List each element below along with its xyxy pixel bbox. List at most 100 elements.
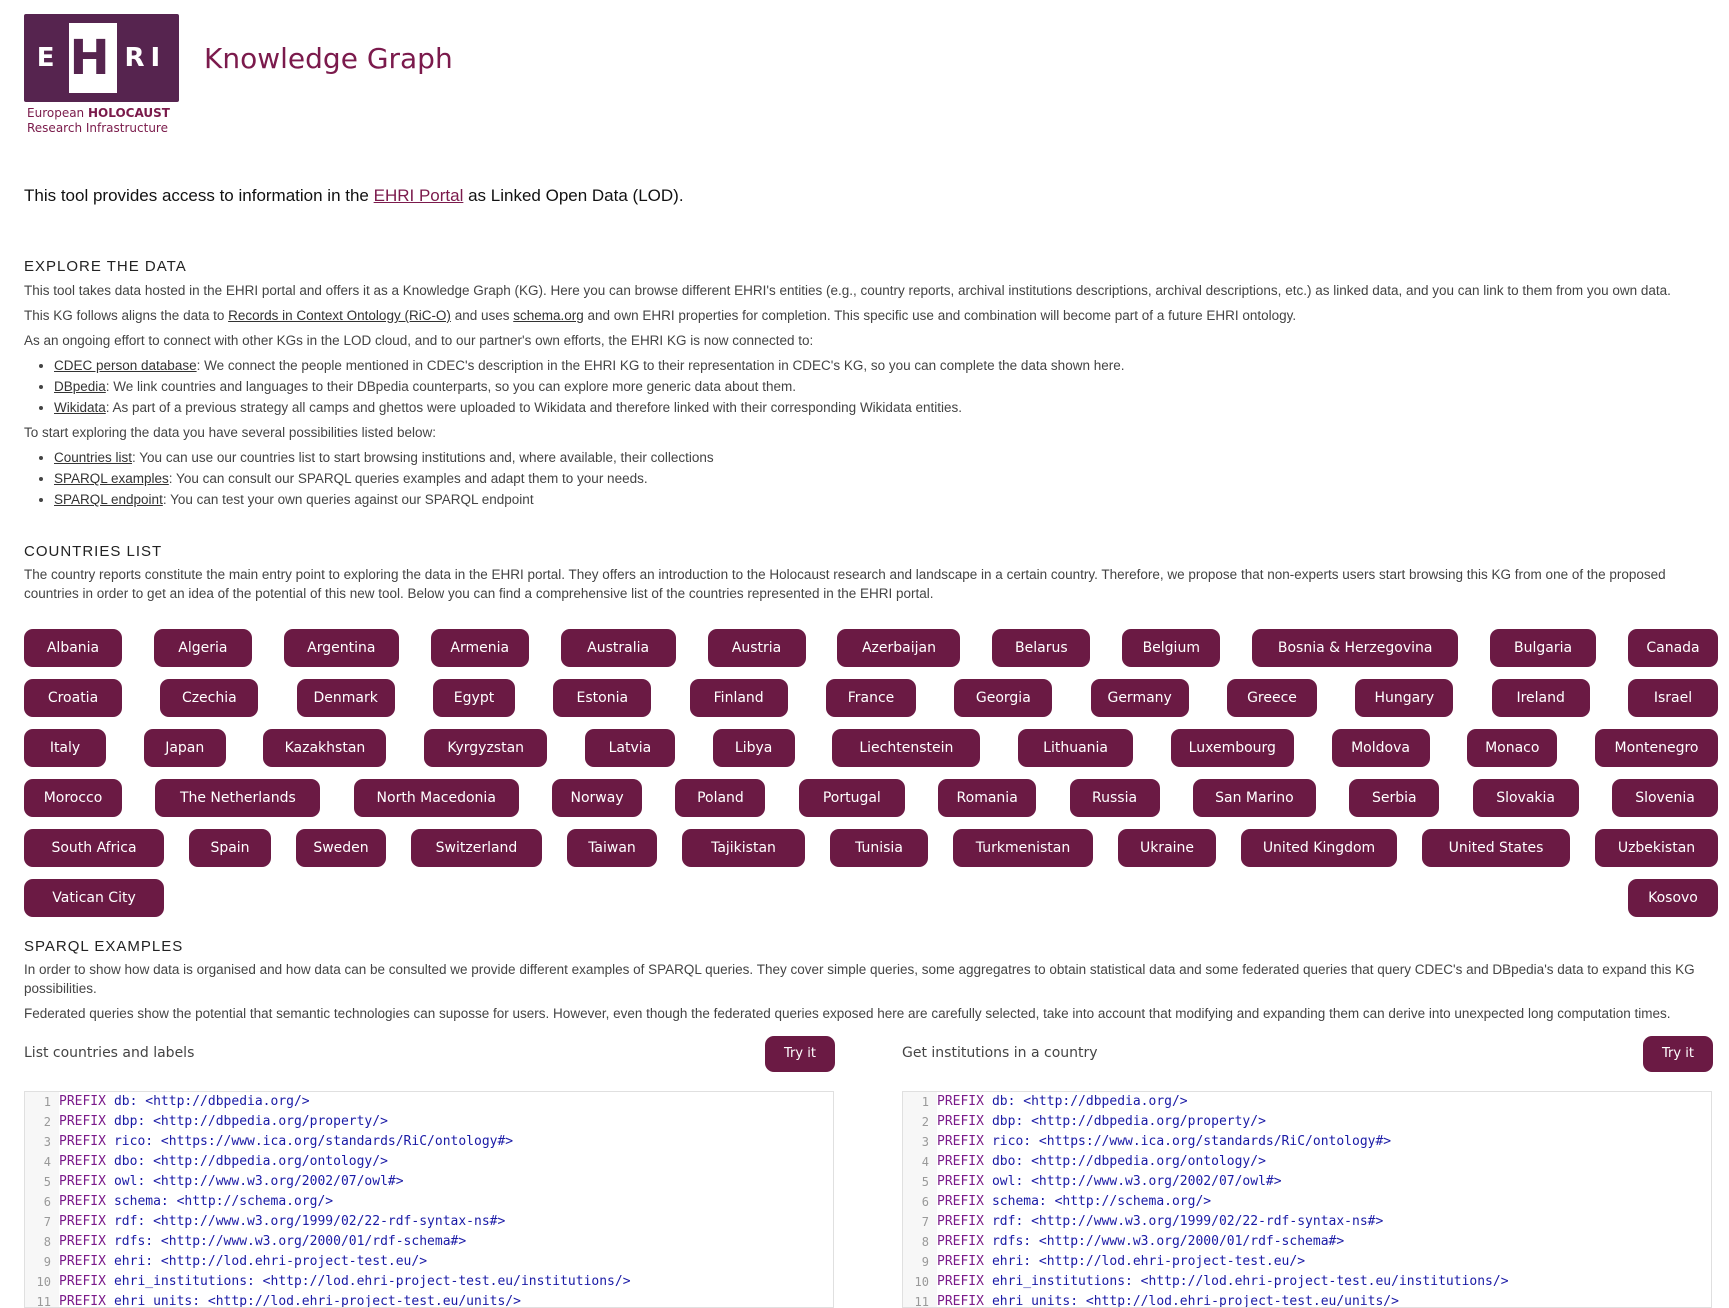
country-button-argentina[interactable]: Argentina bbox=[283, 629, 399, 667]
country-button-russia[interactable]: Russia bbox=[1069, 779, 1160, 817]
country-button-moldova[interactable]: Moldova bbox=[1331, 729, 1430, 767]
code-line: 2 PREFIX dbp: <http://dbpedia.org/property… bbox=[25, 1112, 833, 1132]
country-button-liechtenstein[interactable]: Liechtenstein bbox=[832, 729, 981, 767]
country-button-finland[interactable]: Finland bbox=[689, 679, 788, 717]
country-button-belarus[interactable]: Belarus bbox=[992, 629, 1091, 667]
explore-paragraph-2: This KG follows aligns the data to Recor… bbox=[24, 306, 1714, 325]
country-button-israel[interactable]: Israel bbox=[1628, 679, 1718, 717]
list-item: Wikidata: As part of a previous strategy… bbox=[54, 398, 1714, 417]
country-button-kyrgyzstan[interactable]: Kyrgyzstan bbox=[424, 729, 548, 767]
code-line: 5 PREFIX owl: <http://www.w3.org/2002/07/o… bbox=[25, 1172, 833, 1192]
country-button-slovakia[interactable]: Slovakia bbox=[1472, 779, 1579, 817]
country-button-hungary[interactable]: Hungary bbox=[1355, 679, 1454, 717]
country-button-croatia[interactable]: Croatia bbox=[24, 679, 122, 717]
country-button-canada[interactable]: Canada bbox=[1628, 629, 1718, 667]
country-button-morocco[interactable]: Morocco bbox=[24, 779, 122, 817]
country-button-czechia[interactable]: Czechia bbox=[160, 679, 259, 717]
line-number: 5 bbox=[903, 1172, 937, 1192]
code-line: 3 PREFIX rico: <https://www.ica.org/standa… bbox=[25, 1132, 833, 1152]
country-button-united-states[interactable]: United States bbox=[1422, 829, 1570, 867]
country-button-uzbekistan[interactable]: Uzbekistan bbox=[1595, 829, 1718, 867]
cdec-link[interactable]: CDEC person database bbox=[54, 358, 197, 373]
schema-org-link[interactable]: schema.org bbox=[513, 308, 584, 323]
country-button-monaco[interactable]: Monaco bbox=[1467, 729, 1558, 767]
country-button-portugal[interactable]: Portugal bbox=[798, 779, 905, 817]
list-item: SPARQL endpoint: You can test your own q… bbox=[54, 490, 1714, 509]
logo-mark: E H RI bbox=[24, 14, 179, 102]
country-button-denmark[interactable]: Denmark bbox=[296, 679, 395, 717]
line-number: 4 bbox=[903, 1152, 937, 1172]
country-button-the-netherlands[interactable]: The Netherlands bbox=[155, 779, 321, 817]
country-button-kazakhstan[interactable]: Kazakhstan bbox=[263, 729, 387, 767]
country-button-libya[interactable]: Libya bbox=[712, 729, 795, 767]
country-button-egypt[interactable]: Egypt bbox=[433, 679, 515, 717]
country-button-serbia[interactable]: Serbia bbox=[1349, 779, 1440, 817]
rico-link[interactable]: Records in Context Ontology (RiC-O) bbox=[228, 308, 451, 323]
try-it-button[interactable]: Try it bbox=[765, 1036, 835, 1072]
code-text: dbp: <http://dbpedia.org/property/> bbox=[991, 1114, 1266, 1129]
country-button-albania[interactable]: Albania bbox=[24, 629, 122, 667]
country-button-poland[interactable]: Poland bbox=[675, 779, 766, 817]
country-button-bulgaria[interactable]: Bulgaria bbox=[1490, 629, 1597, 667]
country-button-germany[interactable]: Germany bbox=[1090, 679, 1189, 717]
sparql-paragraph-2: Federated queries show the potential tha… bbox=[24, 1006, 1671, 1021]
line-number: 2 bbox=[25, 1112, 59, 1132]
country-button-belgium[interactable]: Belgium bbox=[1122, 629, 1221, 667]
country-button-armenia[interactable]: Armenia bbox=[430, 629, 529, 667]
country-button-spain[interactable]: Spain bbox=[189, 829, 271, 867]
logo-subtitle-bold: HOLOCAUST bbox=[88, 106, 170, 120]
country-button-tajikistan[interactable]: Tajikistan bbox=[682, 829, 805, 867]
country-button-sweden[interactable]: Sweden bbox=[296, 829, 386, 867]
country-button-slovenia[interactable]: Slovenia bbox=[1612, 779, 1718, 817]
country-button-estonia[interactable]: Estonia bbox=[553, 679, 652, 717]
code-keyword: PREFIX bbox=[937, 1174, 984, 1189]
country-button-ireland[interactable]: Ireland bbox=[1491, 679, 1590, 717]
country-button-tunisia[interactable]: Tunisia bbox=[830, 829, 928, 867]
country-button-montenegro[interactable]: Montenegro bbox=[1595, 729, 1718, 767]
wikidata-link[interactable]: Wikidata bbox=[54, 400, 106, 415]
country-button-greece[interactable]: Greece bbox=[1227, 679, 1317, 717]
country-button-turkmenistan[interactable]: Turkmenistan bbox=[953, 829, 1093, 867]
ehri-portal-link[interactable]: EHRI Portal bbox=[374, 186, 464, 205]
country-button-norway[interactable]: Norway bbox=[552, 779, 643, 817]
country-button-austria[interactable]: Austria bbox=[707, 629, 806, 667]
countries-list-link[interactable]: Countries list bbox=[54, 450, 132, 465]
dbpedia-link[interactable]: DBpedia bbox=[54, 379, 106, 394]
country-button-kosovo[interactable]: Kosovo bbox=[1628, 879, 1718, 917]
country-button-algeria[interactable]: Algeria bbox=[153, 629, 252, 667]
country-button-japan[interactable]: Japan bbox=[143, 729, 226, 767]
country-button-france[interactable]: France bbox=[826, 679, 916, 717]
country-button-bosnia-herzegovina[interactable]: Bosnia & Herzegovina bbox=[1252, 629, 1459, 667]
country-button-romania[interactable]: Romania bbox=[938, 779, 1037, 817]
ehri-logo[interactable]: E H RI European HOLOCAUST Research Infra… bbox=[24, 14, 179, 136]
line-number: 10 bbox=[903, 1272, 937, 1292]
country-button-australia[interactable]: Australia bbox=[560, 629, 676, 667]
country-button-georgia[interactable]: Georgia bbox=[954, 679, 1053, 717]
code-keyword: PREFIX bbox=[937, 1094, 984, 1109]
country-button-north-macedonia[interactable]: North Macedonia bbox=[353, 779, 519, 817]
country-button-lithuania[interactable]: Lithuania bbox=[1018, 729, 1134, 767]
country-button-switzerland[interactable]: Switzerland bbox=[411, 829, 542, 867]
country-button-united-kingdom[interactable]: United Kingdom bbox=[1241, 829, 1397, 867]
code-text: owl: <http://www.w3.org/2002/07/owl#> bbox=[991, 1174, 1282, 1189]
sparql-endpoint-link[interactable]: SPARQL endpoint bbox=[54, 492, 163, 507]
country-button-latvia[interactable]: Latvia bbox=[584, 729, 675, 767]
country-button-luxembourg[interactable]: Luxembourg bbox=[1170, 729, 1294, 767]
sparql-editor-right[interactable]: 1 PREFIX db: <http://dbpedia.org/> 2 PREFIX d… bbox=[902, 1091, 1712, 1308]
code-text: owl: <http://www.w3.org/2002/07/owl#> bbox=[113, 1174, 404, 1189]
try-it-button[interactable]: Try it bbox=[1643, 1036, 1713, 1072]
country-button-azerbaijan[interactable]: Azerbaijan bbox=[837, 629, 961, 667]
country-button-south-africa[interactable]: South Africa bbox=[24, 829, 164, 867]
country-button-italy[interactable]: Italy bbox=[24, 729, 106, 767]
sparql-examples-link[interactable]: SPARQL examples bbox=[54, 471, 169, 486]
country-button-san-marino[interactable]: San Marino bbox=[1192, 779, 1316, 817]
sparql-editor-left[interactable]: 1 PREFIX db: <http://dbpedia.org/> 2 PREFIX d… bbox=[24, 1091, 834, 1308]
country-button-vatican-city[interactable]: Vatican City bbox=[24, 879, 164, 917]
country-button-ukraine[interactable]: Ukraine bbox=[1118, 829, 1216, 867]
line-number: 9 bbox=[903, 1252, 937, 1272]
code-line: 5 PREFIX owl: <http://www.w3.org/2002/07/o… bbox=[903, 1172, 1711, 1192]
logo-letter-h: H bbox=[68, 23, 117, 93]
country-button-taiwan[interactable]: Taiwan bbox=[567, 829, 657, 867]
code-keyword: PREFIX bbox=[937, 1254, 984, 1269]
code-keyword: PREFIX bbox=[937, 1154, 984, 1169]
